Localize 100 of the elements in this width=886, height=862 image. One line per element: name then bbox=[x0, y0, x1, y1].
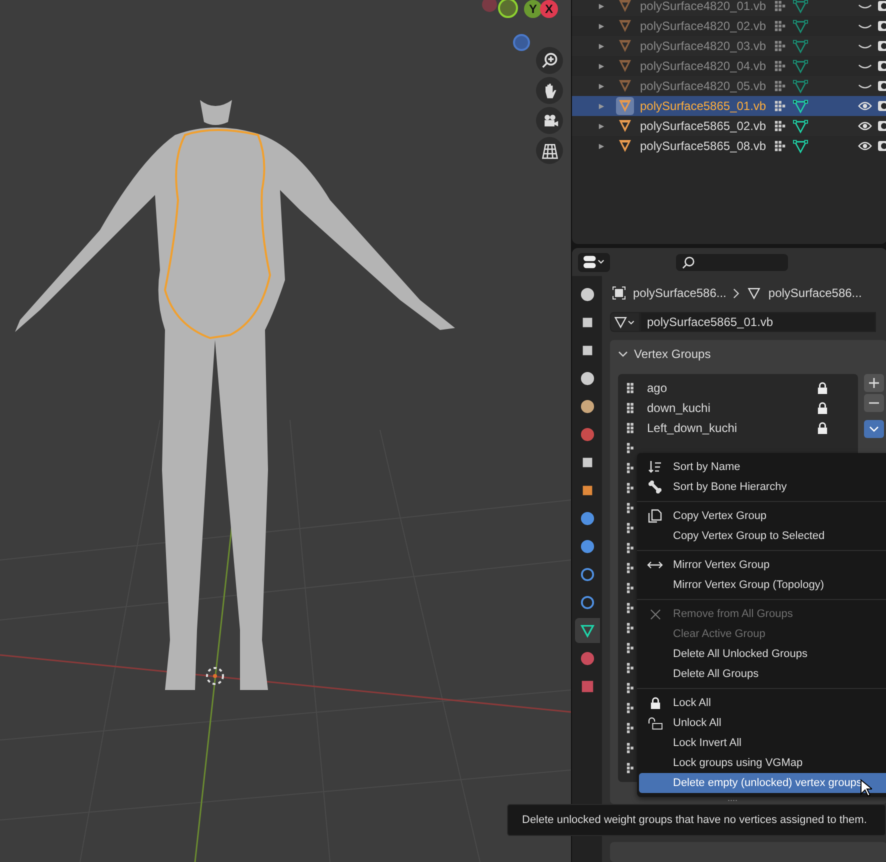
camera-button[interactable] bbox=[536, 107, 563, 134]
vertex-groups-icon[interactable] bbox=[774, 60, 787, 72]
menu-item[interactable]: Delete All Unlocked Groups bbox=[639, 644, 886, 664]
expand-arrow-icon[interactable] bbox=[598, 102, 605, 110]
pan-button[interactable] bbox=[536, 77, 563, 104]
camera-icon[interactable] bbox=[877, 79, 886, 93]
expand-arrow-icon[interactable] bbox=[598, 2, 605, 10]
chevron-icon bbox=[733, 288, 740, 298]
eye-icon[interactable] bbox=[858, 100, 872, 112]
breadcrumb-object: polySurface586... bbox=[633, 286, 726, 300]
menu-item[interactable]: Delete empty (unlocked) vertex groups bbox=[639, 773, 886, 793]
circle-icon bbox=[580, 399, 594, 414]
circle-icon bbox=[580, 539, 594, 554]
camera-icon[interactable] bbox=[877, 119, 886, 133]
resize-handle[interactable]: .... bbox=[727, 794, 738, 802]
expand-arrow-icon[interactable] bbox=[598, 122, 605, 130]
copy-icon bbox=[648, 509, 662, 523]
vertex-groups-icon[interactable] bbox=[774, 140, 787, 152]
menu-item[interactable]: Copy Vertex Group bbox=[639, 506, 886, 526]
vertex-group-row[interactable]: Left_down_kuchi bbox=[618, 418, 858, 438]
mesh-browse-button[interactable] bbox=[610, 312, 640, 332]
camera-icon[interactable] bbox=[877, 59, 886, 73]
camera-icon[interactable] bbox=[877, 39, 886, 53]
mesh-data-icon[interactable] bbox=[793, 38, 808, 54]
mesh-data-icon[interactable] bbox=[793, 98, 808, 114]
mouse-cursor-icon bbox=[860, 779, 872, 797]
menu-item[interactable]: Lock groups using VGMap bbox=[639, 753, 886, 773]
mesh-data-icon[interactable] bbox=[793, 58, 808, 74]
breadcrumb-mesh: polySurface586... bbox=[768, 286, 862, 300]
object-name: polySurface4820_04.vb bbox=[640, 59, 768, 73]
object-name: polySurface4820_02.vb bbox=[640, 19, 768, 33]
perspective-button[interactable] bbox=[536, 137, 563, 164]
vertex-groups-icon[interactable] bbox=[774, 40, 787, 52]
specials-menu-button[interactable] bbox=[864, 420, 884, 438]
triangle-icon bbox=[580, 623, 594, 638]
lock-icon[interactable] bbox=[817, 382, 828, 394]
camera-icon[interactable] bbox=[877, 19, 886, 33]
camera-icon[interactable] bbox=[877, 139, 886, 153]
outliner-row[interactable]: polySurface5865_01.vb bbox=[572, 96, 886, 116]
menu-item[interactable]: Copy Vertex Group to Selected bbox=[639, 526, 886, 546]
caret-icon bbox=[869, 425, 879, 433]
eye-icon[interactable] bbox=[858, 140, 872, 152]
toggle-icon bbox=[582, 255, 606, 269]
remove-group-button[interactable] bbox=[864, 394, 884, 412]
bone-icon bbox=[648, 480, 662, 494]
grid-icon bbox=[540, 142, 558, 160]
vertex-groups-icon[interactable] bbox=[774, 120, 787, 132]
menu-item[interactable]: Mirror Vertex Group bbox=[639, 555, 886, 575]
mesh-name-field[interactable]: polySurface5865_01.vb bbox=[640, 312, 876, 332]
vertex-groups-icon[interactable] bbox=[774, 20, 787, 32]
object-name: polySurface5865_02.vb bbox=[640, 119, 768, 133]
vertex-group-row[interactable]: down_kuchi bbox=[618, 398, 858, 418]
object-icon bbox=[612, 286, 626, 300]
search-field[interactable] bbox=[676, 254, 788, 270]
eye-icon[interactable] bbox=[858, 120, 872, 132]
vertex-group-name: Left_down_kuchi bbox=[647, 421, 738, 435]
menu-item[interactable]: Sort by Name bbox=[639, 457, 886, 477]
y-axis-handle[interactable]: Y bbox=[524, 0, 542, 18]
camera-icon[interactable] bbox=[877, 0, 886, 13]
vertex-groups-icon[interactable] bbox=[774, 80, 787, 92]
add-group-button[interactable] bbox=[864, 374, 884, 392]
camera-icon[interactable] bbox=[877, 99, 886, 113]
mesh-data-icon[interactable] bbox=[793, 78, 808, 94]
vertex-groups-icon[interactable] bbox=[774, 0, 787, 12]
vertex-groups-icon[interactable] bbox=[774, 100, 787, 112]
double-arrow-icon bbox=[647, 560, 663, 570]
object-name: polySurface4820_03.vb bbox=[640, 39, 768, 53]
expand-arrow-icon[interactable] bbox=[598, 22, 605, 30]
menu-item[interactable]: Sort by Bone Hierarchy bbox=[639, 477, 886, 497]
axis-circle-icon[interactable] bbox=[498, 0, 518, 18]
mesh-object-icon bbox=[616, 97, 634, 115]
menu-item[interactable]: Mirror Vertex Group (Topology) bbox=[639, 575, 886, 595]
circle-icon bbox=[580, 371, 594, 386]
expand-arrow-icon[interactable] bbox=[598, 62, 605, 70]
menu-item[interactable]: Lock All bbox=[639, 693, 886, 713]
circle-icon bbox=[580, 427, 594, 442]
x-axis-handle[interactable]: X bbox=[540, 0, 558, 18]
expand-arrow-icon[interactable] bbox=[598, 142, 605, 150]
lock-icon[interactable] bbox=[817, 422, 828, 434]
lock-icon[interactable] bbox=[817, 402, 828, 414]
menu-item[interactable]: Lock Invert All bbox=[639, 733, 886, 753]
axis-circle-icon[interactable] bbox=[513, 34, 530, 51]
expand-arrow-icon[interactable] bbox=[598, 82, 605, 90]
object-name: polySurface5865_01.vb bbox=[640, 99, 768, 113]
zoom-button[interactable] bbox=[536, 47, 563, 74]
vertex-group-name: down_kuchi bbox=[647, 401, 712, 415]
panel-title[interactable]: Vertex Groups bbox=[634, 347, 711, 361]
mesh-data-icon[interactable] bbox=[793, 0, 808, 14]
menu-item[interactable]: Unlock All bbox=[639, 713, 886, 733]
square-icon bbox=[580, 679, 594, 694]
mesh-data-icon[interactable] bbox=[793, 18, 808, 34]
mesh-data-icon[interactable] bbox=[793, 138, 808, 154]
tooltip: Delete unlocked weight groups that have no vertices assigned to them. bbox=[507, 804, 886, 836]
data-tab[interactable] bbox=[574, 618, 600, 643]
mesh-data-icon[interactable] bbox=[793, 118, 808, 134]
vertex-group-row[interactable]: ago bbox=[618, 378, 858, 398]
object-name: polySurface4820_05.vb bbox=[640, 79, 768, 93]
menu-item[interactable]: Delete All Groups bbox=[639, 664, 886, 684]
expand-arrow-icon[interactable] bbox=[598, 42, 605, 50]
editor-type-button[interactable] bbox=[578, 252, 610, 272]
